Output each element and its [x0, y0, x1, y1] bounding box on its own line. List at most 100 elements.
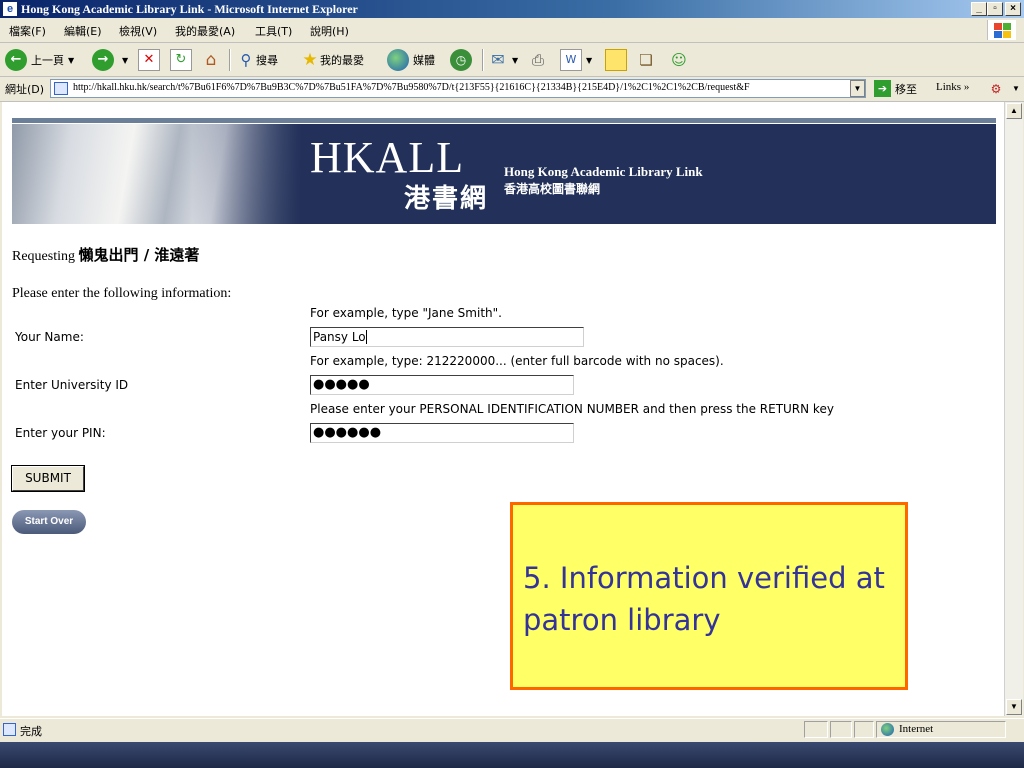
- search-button[interactable]: ⚲ 搜尋: [236, 48, 279, 72]
- zone-label: Internet: [899, 723, 934, 735]
- stop-button[interactable]: ✕: [138, 48, 160, 72]
- messenger-button[interactable]: ☺: [669, 48, 689, 72]
- page-icon: [54, 82, 68, 95]
- minimize-button[interactable]: _: [971, 2, 987, 16]
- id-hint: For example, type: 212220000... (enter f…: [310, 354, 724, 368]
- university-id-input[interactable]: ●●●●●: [310, 375, 574, 395]
- status-bar: 完成 Internet: [0, 718, 1024, 741]
- menu-file[interactable]: 檔案(F): [9, 23, 46, 39]
- name-label: Your Name:: [15, 330, 84, 344]
- research-toolbar-icon[interactable]: ⚙: [986, 79, 1006, 99]
- banner-subtitle-en: Hong Kong Academic Library Link: [504, 164, 703, 179]
- stop-icon: ✕: [138, 49, 160, 71]
- forward-dropdown-icon[interactable]: ▼: [122, 56, 128, 65]
- back-dropdown-icon[interactable]: ▼: [68, 56, 74, 65]
- messenger-people-icon: ☺: [671, 51, 687, 69]
- status-cell: [830, 721, 852, 738]
- requesting-line: Requesting 懶鬼出門 / 淮遠著: [12, 244, 199, 265]
- address-label: 網址(D): [5, 83, 45, 96]
- links-button[interactable]: Links »: [936, 81, 969, 93]
- note-icon: [605, 49, 627, 71]
- favorites-button[interactable]: ★ 我的最愛: [300, 48, 364, 72]
- menu-favorites[interactable]: 我的最愛(A): [175, 23, 235, 39]
- forward-button[interactable]: → ▼: [92, 48, 128, 72]
- banner-top-rule: [12, 118, 996, 123]
- research-dropdown-icon[interactable]: ▼: [1012, 84, 1020, 93]
- status-cell: [854, 721, 874, 738]
- scroll-up-icon[interactable]: ▲: [1006, 103, 1022, 119]
- mail-dropdown-icon[interactable]: ▼: [512, 56, 518, 65]
- name-value: Pansy Lo: [313, 330, 366, 344]
- title-bar: e Hong Kong Academic Library Link - Micr…: [0, 0, 1024, 18]
- print-icon: ⎙: [531, 51, 544, 69]
- status-page-icon: [3, 723, 16, 736]
- close-button[interactable]: ×: [1005, 2, 1021, 16]
- history-clock-icon: ◷: [450, 49, 472, 71]
- maximize-button[interactable]: ▫: [987, 2, 1003, 16]
- toolbar: ← 上一頁 ▼ → ▼ ✕ ↻ ⌂ ⚲ 搜尋 ★ 我的最愛 媒體 ◷ ✉ ▼ ⎙…: [0, 43, 1024, 77]
- favorites-label: 我的最愛: [320, 54, 364, 67]
- links-label: Links: [936, 81, 962, 93]
- address-dropdown-icon[interactable]: ▼: [850, 80, 865, 97]
- print-button[interactable]: ⎙: [528, 48, 548, 72]
- menu-view[interactable]: 檢視(V): [119, 23, 157, 39]
- scroll-down-icon[interactable]: ▼: [1006, 699, 1022, 715]
- text-cursor: [365, 330, 367, 344]
- search-label: 搜尋: [256, 54, 278, 67]
- refresh-icon: ↻: [170, 49, 192, 71]
- requesting-prefix: Requesting: [12, 249, 79, 264]
- name-input[interactable]: Pansy Lo: [310, 327, 584, 347]
- mail-button[interactable]: ✉ ▼: [488, 48, 518, 72]
- address-url: http://hkall.hku.hk/search/t%7Bu61F6%7D%…: [73, 82, 750, 93]
- ie-icon: e: [3, 2, 17, 16]
- taskbar-strip: [0, 742, 1024, 768]
- search-icon: ⚲: [240, 51, 252, 69]
- windows-logo-icon: [987, 20, 1016, 40]
- menu-tools[interactable]: 工具(T): [255, 23, 292, 39]
- open-book-image: [12, 124, 302, 224]
- media-globe-icon: [387, 49, 409, 71]
- window-title: Hong Kong Academic Library Link - Micros…: [21, 2, 358, 16]
- media-button[interactable]: 媒體: [387, 48, 435, 72]
- callout-text: 5. Information verified at patron librar…: [523, 561, 885, 637]
- banner-subtitle-cn: 香港高校圖書聯網: [504, 182, 601, 196]
- submit-button[interactable]: SUBMIT: [12, 466, 84, 491]
- banner-title-cn: 港書網: [404, 184, 489, 214]
- status-text: 完成: [20, 725, 42, 738]
- history-button[interactable]: ◷: [450, 48, 476, 72]
- requesting-title: 懶鬼出門 / 淮遠著: [78, 246, 200, 264]
- word-edit-icon: W: [560, 49, 582, 71]
- edit-button[interactable]: W ▼: [560, 48, 592, 72]
- hkall-banner: HKALL 港書網 Hong Kong Academic Library Lin…: [12, 124, 996, 224]
- media-label: 媒體: [413, 54, 435, 67]
- address-bar: 網址(D) http://hkall.hku.hk/search/t%7Bu61…: [0, 77, 1024, 102]
- go-button[interactable]: ➔ 移至: [874, 80, 917, 97]
- id-label: Enter University ID: [15, 378, 129, 392]
- back-arrow-icon: ←: [5, 49, 27, 71]
- edit-dropdown-icon[interactable]: ▼: [586, 56, 592, 65]
- banner-title-en: HKALL: [310, 133, 465, 182]
- favorites-star-icon: ★: [302, 50, 318, 70]
- instructions: Please enter the following information:: [12, 286, 232, 301]
- back-button[interactable]: ← 上一頁 ▼: [5, 48, 74, 72]
- toolbar-separator: [482, 49, 484, 71]
- go-arrow-icon: ➔: [874, 80, 891, 97]
- discuss-button[interactable]: [605, 48, 627, 72]
- home-icon: ⌂: [205, 50, 217, 70]
- security-zone: Internet: [876, 721, 1006, 738]
- menu-edit[interactable]: 編輯(E): [64, 23, 102, 39]
- toolbar-separator: [229, 49, 231, 71]
- home-button[interactable]: ⌂: [201, 48, 221, 72]
- start-over-button[interactable]: Start Over: [12, 510, 86, 534]
- research-book-icon: ❏: [639, 51, 653, 69]
- research-button[interactable]: ❏: [636, 48, 656, 72]
- menu-help[interactable]: 說明(H): [310, 23, 349, 39]
- name-hint: For example, type "Jane Smith".: [310, 306, 502, 320]
- vertical-scrollbar[interactable]: ▲ ▼: [1004, 102, 1023, 716]
- forward-arrow-icon: →: [92, 49, 114, 71]
- refresh-button[interactable]: ↻: [170, 48, 192, 72]
- address-input[interactable]: http://hkall.hku.hk/search/t%7Bu61F6%7D%…: [50, 79, 866, 98]
- go-label: 移至: [895, 82, 917, 96]
- pin-input[interactable]: ●●●●●●: [310, 423, 574, 443]
- menu-bar: 檔案(F) 編輯(E) 檢視(V) 我的最愛(A) 工具(T) 說明(H): [0, 18, 1024, 43]
